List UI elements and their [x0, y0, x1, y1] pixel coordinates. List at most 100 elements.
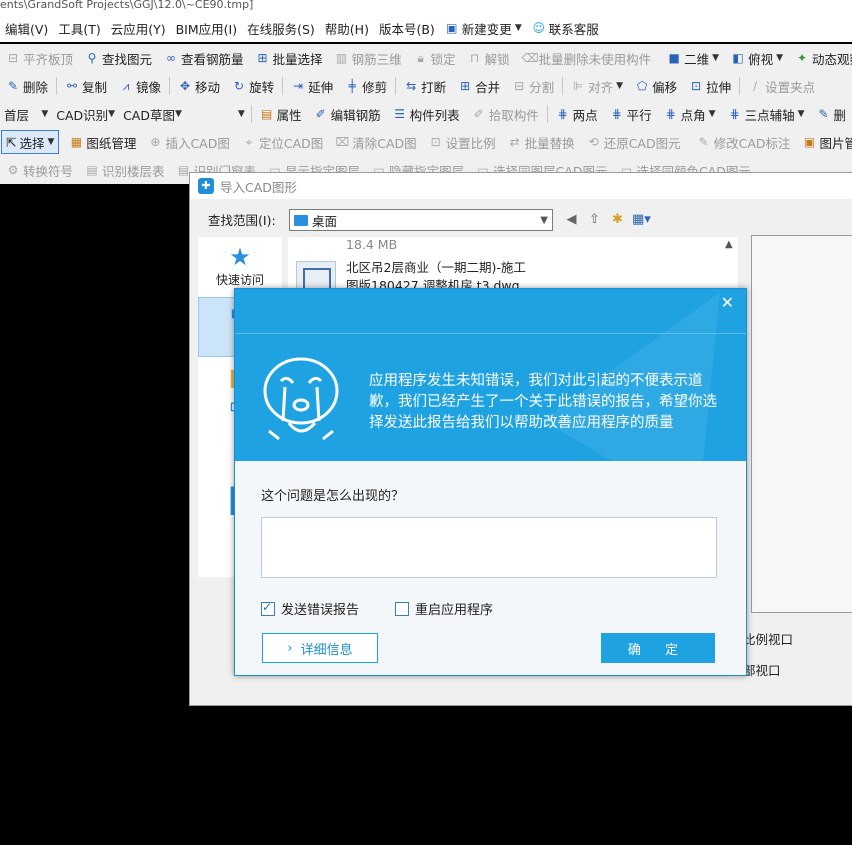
dynamic-observe-button[interactable]: ✦ 动态观察 [789, 46, 852, 70]
properties-button[interactable]: ▤ 属性 [254, 102, 308, 126]
parallel-button[interactable]: ⋕ 平行 [604, 102, 658, 126]
restore-cad-button[interactable]: ⟲ 还原CAD图元 [581, 130, 687, 154]
lock-button[interactable]: 🔒︎ 锁定 [408, 46, 462, 70]
label: 批量删除未使用构件 [538, 51, 652, 67]
align-icon: ⊫ [572, 79, 584, 93]
new-folder-icon[interactable]: ✱ [609, 211, 626, 228]
menu-tools[interactable]: 工具(T) [53, 19, 105, 38]
label: 旋转 [249, 79, 275, 95]
select-button[interactable]: ⇱ 选择 ▼ [1, 130, 60, 154]
label: 延伸 [308, 79, 334, 95]
label: 打断 [421, 79, 447, 95]
restart-app-checkbox[interactable]: 重启应用程序 [395, 599, 493, 618]
file-name-line1[interactable]: 北区吊2层商业（一期二期)-施工 [346, 257, 526, 276]
pick-component-button[interactable]: ✐ 拾取构件 [466, 102, 545, 126]
point-angle-dropdown[interactable]: ⋕ 点角 ▼ [658, 102, 722, 126]
component-list-button[interactable]: ☰ 构件列表 [387, 102, 466, 126]
clear-cad-button[interactable]: ⌧ 清除CAD图 [329, 130, 422, 154]
place-quick-access[interactable]: ★ 快速访问 [198, 243, 282, 293]
menu-online[interactable]: 在线服务(S) [242, 19, 320, 38]
edit-rebar-button[interactable]: ✐ 编辑钢筋 [308, 102, 387, 126]
image-manage-dropdown[interactable]: ▣图片管理▼ [797, 130, 852, 154]
delete-button[interactable]: ✎ 删除 [0, 74, 54, 98]
label: 图纸管理 [86, 135, 137, 151]
align-dropdown[interactable]: ⊫ 对齐 ▼ [565, 74, 629, 98]
mirror-icon: ⩘ [122, 79, 130, 93]
label: 删除 [23, 79, 49, 95]
menu-new-change[interactable]: ▣ 新建变更 ▼ [440, 19, 527, 38]
cad-sketch-select[interactable]: CAD草图 ▼ [119, 104, 186, 124]
top-view-dropdown[interactable]: ◧ 俯视 ▼ [725, 46, 789, 70]
move-icon: ✥ [180, 79, 191, 93]
batch-delete-unused-button[interactable]: ⌫ 批量删除未使用构件 [516, 46, 658, 70]
up-folder-icon[interactable]: ⇧ [586, 211, 603, 228]
menu-bim[interactable]: BIM应用(I) [171, 19, 243, 38]
modify-cad-annotation-button[interactable]: ✎ 修改CAD标注 [691, 130, 797, 154]
rebar-3d-button[interactable]: ▥ 钢筋三维 [329, 46, 408, 70]
find-element-button[interactable]: ⚲ 查找图元 [79, 46, 158, 70]
component-select[interactable]: ▼ [186, 104, 249, 124]
menu-cloud[interactable]: 云应用(Y) [106, 19, 171, 38]
convert-symbol-button[interactable]: ⚙ 转换符号 [0, 158, 79, 182]
lookin-value: 桌面 [312, 213, 338, 229]
chevron-down-icon: ▼ [712, 53, 720, 63]
offset-button[interactable]: ⬠ 偏移 [629, 74, 683, 98]
set-scale-button[interactable]: ⊡ 设置比例 [423, 130, 502, 154]
back-icon[interactable]: ◀ [563, 211, 580, 228]
pick-icon: ✐ [473, 107, 484, 121]
details-button[interactable]: › 详细信息 [262, 633, 378, 663]
close-icon[interactable]: ✕ [721, 293, 734, 312]
identify-floor-table-button[interactable]: ▤ 识别楼层表 [79, 158, 171, 182]
error-header: ✕ 应用程序发生未知错误，我们对此引起的不便表示道歉，我们已经产生了一个关于此错… [235, 289, 746, 461]
drawing-icon: ▦ [70, 135, 83, 149]
label: 识别楼层表 [102, 163, 165, 179]
break-button[interactable]: ⇆ 打断 [398, 74, 452, 98]
trim-button[interactable]: ╪ 修剪 [339, 74, 393, 98]
three-point-axis-dropdown[interactable]: ⋕ 三点辅轴 ▼ [722, 102, 811, 126]
grip-icon: ∕ [753, 79, 758, 93]
view-rebar-button[interactable]: ∞ 查看钢筋量 [158, 46, 250, 70]
window-path: ents\GrandSoft Projects\GGJ\12.0\~CE90.t… [0, 0, 852, 14]
merge-button[interactable]: ⊞ 合并 [452, 74, 506, 98]
extend-button[interactable]: ⇥ 延伸 [285, 74, 339, 98]
ok-button[interactable]: 确 定 [601, 633, 715, 663]
lookin-select[interactable]: 桌面 ▼ [289, 209, 553, 231]
menu-edit[interactable]: 编辑(V) [0, 19, 53, 38]
menubar: 编辑(V) 工具(T) 云应用(Y) BIM应用(I) 在线服务(S) 帮助(H… [0, 14, 852, 42]
menu-contact-label: 联系客服 [548, 21, 599, 37]
rotate-button[interactable]: ↻ 旋转 [226, 74, 280, 98]
menu-help[interactable]: 帮助(H) [320, 19, 374, 38]
checkbox-checked-icon [261, 600, 275, 616]
view-menu-icon[interactable]: ▦▾ [632, 211, 651, 228]
flat-slab-top-button[interactable]: ⊟ 平齐板顶 [0, 46, 79, 70]
send-report-checkbox[interactable]: 发送错误报告 [261, 599, 359, 618]
batch-replace-button[interactable]: ⇄ 批量替换 [502, 130, 581, 154]
locate-cad-button[interactable]: ⌖ 定位CAD图 [236, 130, 329, 154]
delete-axis-button[interactable]: ✎ 删 [811, 102, 852, 126]
mirror-button[interactable]: ⩘ 镜像 [113, 74, 167, 98]
insert-cad-button[interactable]: ⊕ 插入CAD图 [142, 130, 235, 154]
problem-description-input[interactable] [261, 517, 717, 578]
menu-version[interactable]: 版本号(B) [374, 19, 440, 38]
label: 平齐板顶 [23, 51, 74, 67]
unlock-button[interactable]: ⊓ 解锁 [462, 46, 516, 70]
floor-select[interactable]: 首层 ▼ [0, 104, 52, 124]
cad-identify-select[interactable]: CAD识别 ▼ [52, 104, 119, 124]
label: 平行 [626, 107, 652, 123]
drawing-manage-button[interactable]: ▦ 图纸管理 [63, 130, 142, 154]
batch-select-button[interactable]: ⊞ 批量选择 [250, 46, 329, 70]
cad-sketch-value: CAD草图 [123, 107, 175, 123]
move-button[interactable]: ✥ 移动 [172, 74, 226, 98]
two-points-button[interactable]: ⋕ 两点 [550, 102, 604, 126]
copy-button[interactable]: ⚯ 复制 [59, 74, 113, 98]
split-button[interactable]: ⊟ 分割 [506, 74, 560, 98]
view-2d-dropdown[interactable]: ■ 二维 ▼ [661, 46, 725, 70]
toolbar-component: 首层 ▼ CAD识别 ▼ CAD草图 ▼ ▼ ▤ 属性 ✐ 编辑钢筋 ☰ 构件列表 ✐ 拾取构… [0, 100, 852, 128]
set-grip-button[interactable]: ∕ 设置夹点 [742, 74, 821, 98]
menu-contact[interactable]: ☺ 联系客服 [527, 19, 604, 38]
scroll-up-icon[interactable]: ▲ [725, 239, 733, 250]
delete-axis-icon: ✎ [818, 107, 829, 121]
stretch-button[interactable]: ⊡ 拉伸 [683, 74, 737, 98]
label: 二维 [684, 51, 710, 67]
label: 两点 [572, 107, 598, 123]
